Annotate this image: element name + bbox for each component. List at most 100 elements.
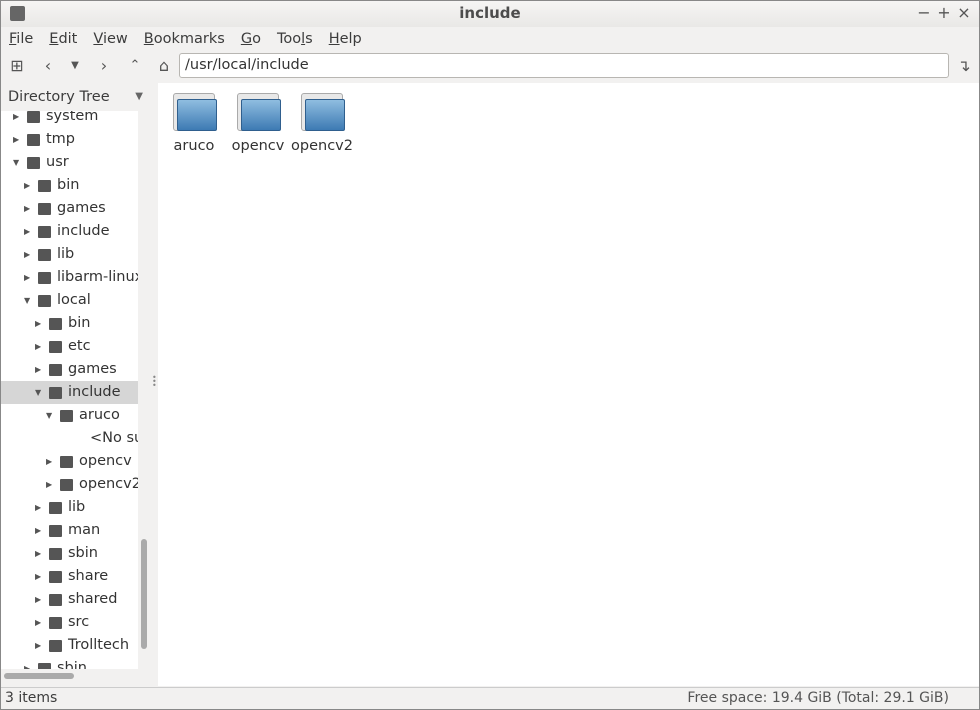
expander-closed-icon[interactable]: ▶	[35, 312, 41, 335]
tree-item[interactable]: ▶ system	[1, 111, 138, 128]
tree-item[interactable]: ▶ man	[1, 519, 138, 542]
menu-Bookmarks[interactable]: Bookmarks	[136, 28, 233, 50]
expander-open-icon[interactable]: ▼	[46, 404, 52, 427]
menu-label-part: s	[305, 31, 313, 47]
expander-closed-icon[interactable]: ▶	[35, 588, 41, 611]
tree-item[interactable]: ▶ opencv	[1, 450, 138, 473]
go-icon[interactable]: ↴	[953, 55, 975, 77]
tree-item[interactable]: ▶ shared	[1, 588, 138, 611]
tree-item-label: local	[57, 292, 91, 308]
tree-item-label: src	[68, 614, 90, 630]
file-view: aruco opencv opencv2	[158, 83, 979, 686]
minimize-button[interactable]: −	[915, 3, 933, 22]
expander-closed-icon[interactable]: ▶	[24, 266, 30, 289]
history-dropdown-icon[interactable]: ▼	[64, 55, 86, 77]
tree-item[interactable]: ▶ tmp	[1, 128, 138, 151]
expander-closed-icon[interactable]: ▶	[35, 565, 41, 588]
menu-Edit[interactable]: Edit	[41, 28, 85, 50]
expander-closed-icon[interactable]: ▶	[35, 519, 41, 542]
folder-icon	[27, 157, 40, 169]
expander-closed-icon[interactable]: ▶	[46, 473, 52, 496]
tree-item[interactable]: ▶ include	[1, 220, 138, 243]
tree-item-label: etc	[68, 338, 91, 354]
menu-Help[interactable]: Help	[321, 28, 370, 50]
tree-item[interactable]: ▶ share	[1, 565, 138, 588]
close-button[interactable]: ×	[955, 3, 973, 22]
expander-closed-icon[interactable]: ▶	[46, 450, 52, 473]
expander-closed-icon[interactable]: ▶	[24, 220, 30, 243]
expander-closed-icon[interactable]: ▶	[24, 243, 30, 266]
menu-Tools[interactable]: Tools	[269, 28, 321, 50]
tree-item-label: Trolltech	[68, 637, 130, 653]
tree-item[interactable]: ▼ include	[1, 381, 138, 404]
address-bar-input[interactable]: /usr/local/include	[179, 53, 949, 78]
sidebar-mode-selector[interactable]: Directory Tree ▼	[1, 83, 151, 111]
folder-icon	[38, 226, 51, 238]
folder-icon	[38, 203, 51, 215]
scrollbar-thumb[interactable]	[4, 673, 74, 679]
tree-item[interactable]: ▶ src	[1, 611, 138, 634]
expander-closed-icon[interactable]: ▶	[13, 128, 19, 151]
tree-horizontal-scrollbar[interactable]	[1, 671, 138, 681]
home-icon[interactable]: ⌂	[153, 55, 175, 77]
up-icon[interactable]: ⌃	[124, 55, 146, 77]
tree-item[interactable]: ▶ libarm-linux	[1, 266, 138, 289]
back-icon[interactable]: ‹	[37, 55, 59, 77]
scrollbar-thumb[interactable]	[141, 539, 147, 649]
folder-icon	[60, 479, 73, 491]
menu-Go[interactable]: Go	[233, 28, 269, 50]
folder-icon	[49, 387, 62, 399]
expander-open-icon[interactable]: ▼	[35, 381, 41, 404]
tree-item[interactable]: ▶ sbin	[1, 542, 138, 565]
expander-closed-icon[interactable]: ▶	[35, 335, 41, 358]
title-bar: include − + ×	[1, 1, 979, 27]
tree-item[interactable]: ▶ bin	[1, 174, 138, 197]
tree-item-label: opencv	[79, 453, 132, 469]
folder-icon	[60, 410, 73, 422]
expander-closed-icon[interactable]: ▶	[35, 611, 41, 634]
expander-closed-icon[interactable]: ▶	[35, 542, 41, 565]
pane-splitter-handle[interactable]: • • •	[152, 374, 157, 390]
tree-item-label: bin	[68, 315, 91, 331]
expander-closed-icon[interactable]: ▶	[24, 657, 30, 669]
menu-bar: File Edit View Bookmarks Go Tools Help	[1, 28, 370, 50]
folder-item[interactable]: opencv	[226, 91, 290, 154]
expander-closed-icon[interactable]: ▶	[35, 496, 41, 519]
sidebar: Directory Tree ▼ ▶ system ▶ tmp ▼ usr ▶ bin ▶ game…	[1, 83, 151, 686]
folder-item[interactable]: aruco	[162, 91, 226, 154]
expander-closed-icon[interactable]: ▶	[24, 174, 30, 197]
expander-closed-icon[interactable]: ▶	[35, 358, 41, 381]
expander-open-icon[interactable]: ▼	[13, 151, 19, 174]
tree-item[interactable]: ▶ Trolltech	[1, 634, 138, 657]
tree-item[interactable]: ▶ games	[1, 358, 138, 381]
tree-item[interactable]: <No su	[1, 427, 138, 450]
tree-item[interactable]: ▶ lib	[1, 496, 138, 519]
menu-File[interactable]: File	[1, 28, 41, 50]
tree-vertical-scrollbar[interactable]	[139, 111, 150, 669]
forward-icon[interactable]: ›	[93, 55, 115, 77]
file-manager-window: include − + × File Edit View Bookmarks Go Too…	[0, 0, 980, 710]
maximize-button[interactable]: +	[935, 3, 953, 22]
menu-View[interactable]: View	[85, 28, 135, 50]
tree-item[interactable]: ▶ sbin	[1, 657, 138, 669]
menu-label-part: o	[252, 31, 261, 47]
expander-open-icon[interactable]: ▼	[24, 289, 30, 312]
folder-name: opencv	[231, 138, 285, 154]
tree-item[interactable]: ▶ bin	[1, 312, 138, 335]
folder-item[interactable]: opencv2	[290, 91, 354, 154]
new-tab-icon[interactable]: ⊞	[6, 55, 28, 77]
tree-item[interactable]: ▼ aruco	[1, 404, 138, 427]
tree-item-label: games	[57, 200, 106, 216]
tree-item-label: shared	[68, 591, 118, 607]
tree-item[interactable]: ▶ opencv2	[1, 473, 138, 496]
tree-item[interactable]: ▶ etc	[1, 335, 138, 358]
expander-closed-icon[interactable]: ▶	[35, 634, 41, 657]
tree-item-label: libarm-linux	[57, 269, 138, 285]
tree-item[interactable]: ▼ usr	[1, 151, 138, 174]
tree-item[interactable]: ▼ local	[1, 289, 138, 312]
tree-item[interactable]: ▶ lib	[1, 243, 138, 266]
tree-item[interactable]: ▶ games	[1, 197, 138, 220]
expander-closed-icon[interactable]: ▶	[13, 111, 19, 128]
chevron-down-icon: ▼	[135, 91, 143, 102]
expander-closed-icon[interactable]: ▶	[24, 197, 30, 220]
